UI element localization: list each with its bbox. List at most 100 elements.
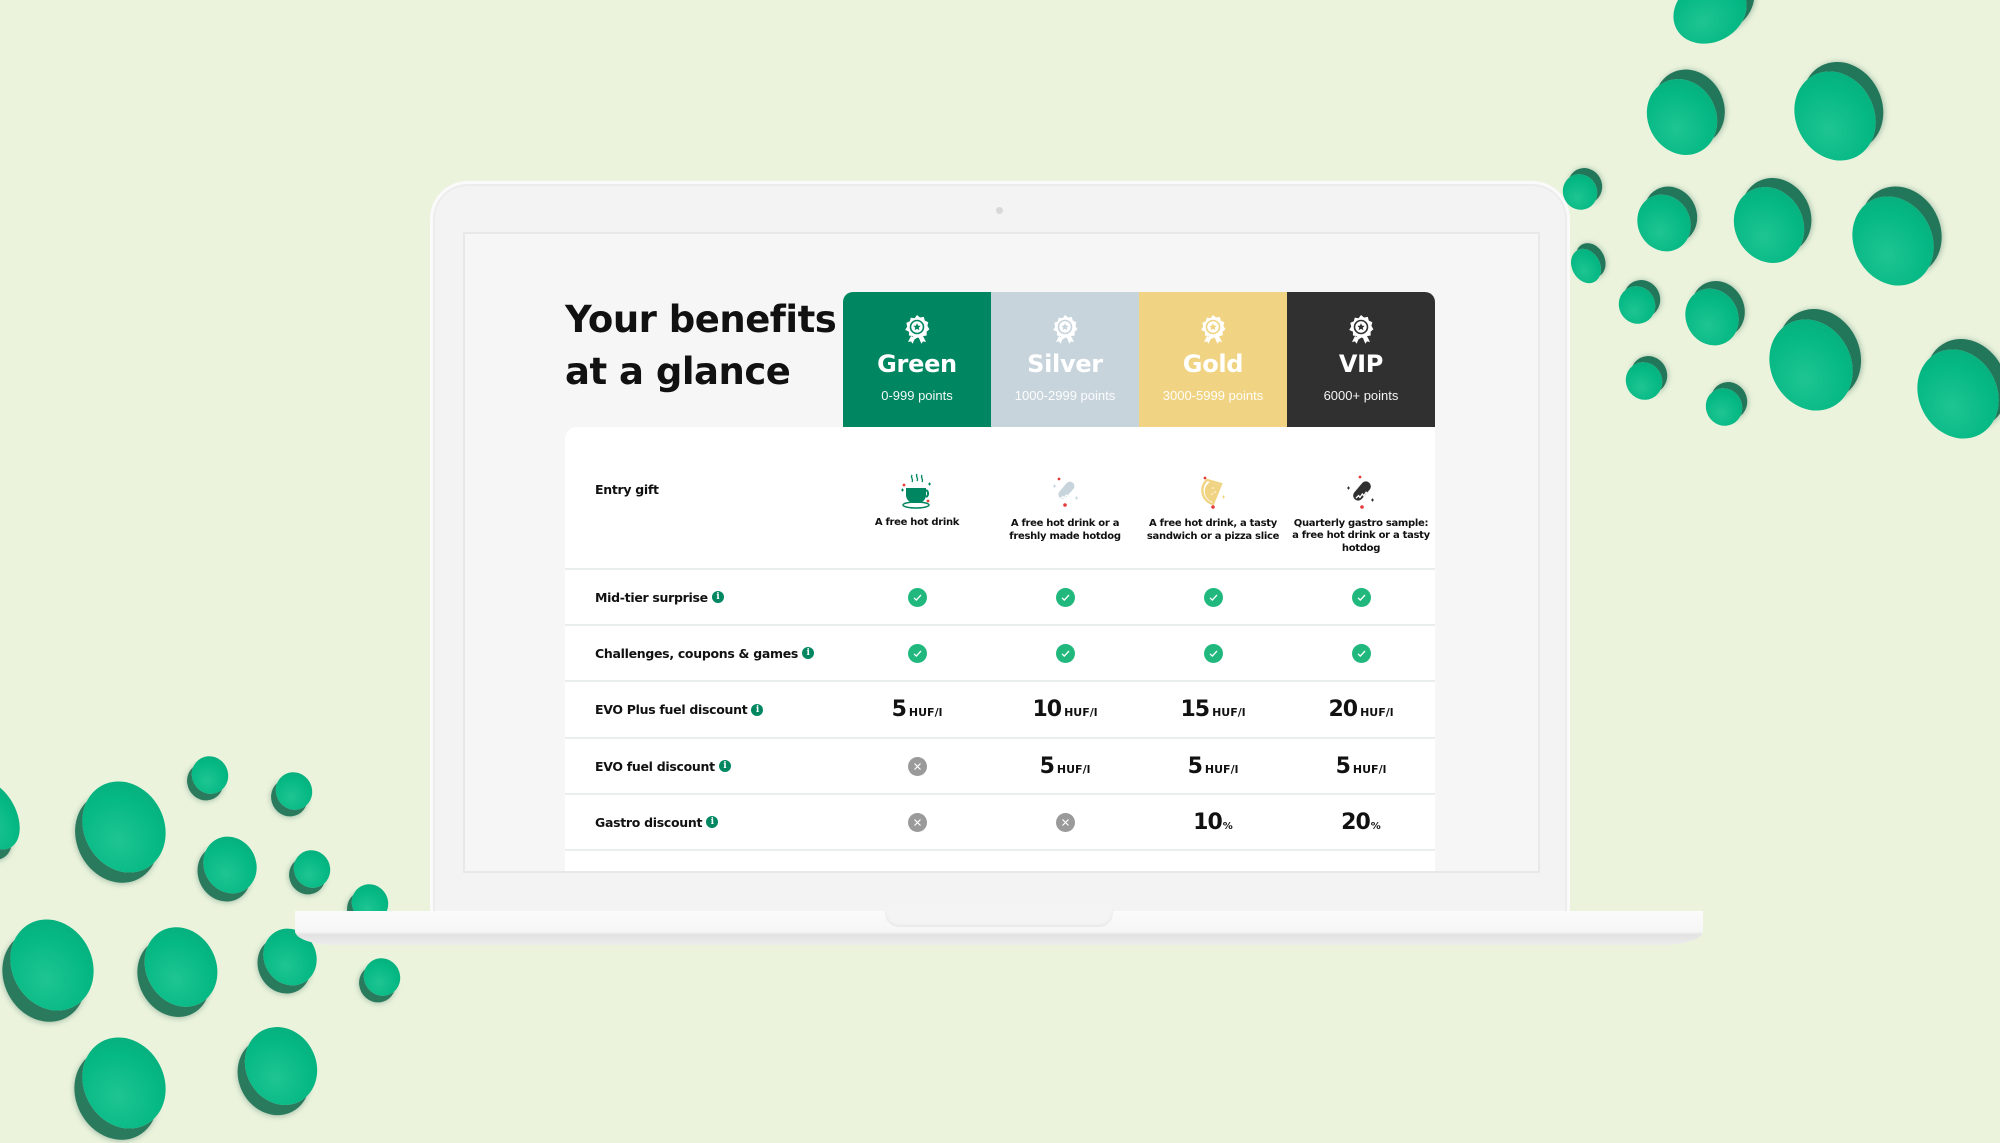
benefit-cell	[843, 756, 991, 776]
discount-value: 10%	[1193, 809, 1233, 835]
benefit-cell: 20%	[1287, 810, 1435, 835]
row-label-text: Gastro discount	[595, 814, 703, 830]
row-label: EVO Plus fuel discount i	[565, 702, 843, 717]
coin-decoration	[1753, 304, 1869, 426]
benefit-cell	[1287, 587, 1435, 607]
discount-value: 5 HUF/l	[1187, 753, 1239, 779]
benefit-cell	[843, 587, 991, 607]
tier-gold: Gold 3000-5999 points	[1139, 292, 1287, 427]
entry-gift-cell: A free hot drink	[843, 471, 991, 530]
page-title: Your benefits at a glance	[565, 294, 837, 398]
coin-decoration	[1565, 243, 1607, 289]
cross-icon	[1055, 812, 1075, 832]
tier-name: Silver	[1027, 350, 1103, 378]
table-row-entry-gift: Entry gift A free hot drink A free hot d…	[565, 427, 1435, 570]
award-badge-icon	[1053, 315, 1078, 344]
tier-points: 6000+ points	[1323, 388, 1399, 403]
benefit-cell	[991, 643, 1139, 663]
discount-value: 5 HUF/l	[1039, 753, 1091, 779]
check-icon	[1351, 643, 1371, 663]
entry-gift-cell: A free hot drink, a tasty sandwich or a …	[1139, 472, 1287, 543]
row-label: Mid-tier surprise i	[565, 590, 843, 605]
discount-value: 20%	[1341, 809, 1381, 835]
benefit-cell: 5 HUF/l	[843, 697, 991, 722]
tier-points: 3000-5999 points	[1162, 388, 1264, 403]
row-label-text: Challenges, coupons & games	[595, 645, 799, 661]
benefit-cell	[843, 643, 991, 663]
entry-gift-cell: Quarterly gastro sample: a free hot drin…	[1287, 472, 1435, 556]
check-icon	[1055, 643, 1075, 663]
benefit-cell: 10 HUF/l	[991, 697, 1139, 722]
coin-decoration	[1612, 279, 1662, 331]
coin-decoration	[1836, 182, 1950, 300]
entry-gift-text: A free hot drink	[874, 517, 960, 529]
check-icon	[1351, 587, 1371, 607]
row-label-text: Entry gift	[595, 482, 659, 497]
coin-decoration	[1661, 0, 1759, 57]
coin-decoration	[1675, 279, 1749, 355]
tier-name: Gold	[1182, 350, 1244, 378]
discount-value: 5 HUF/l	[891, 697, 943, 722]
benefit-cell: 5 HUF/l	[991, 754, 1139, 779]
laptop-frame: Your benefits at a glance Green 0-999 po…	[430, 181, 1570, 916]
coin-decoration	[0, 904, 110, 1026]
tier-vip: VIP 6000+ points	[1287, 292, 1435, 427]
benefit-cell: 20 HUF/l	[1287, 697, 1435, 722]
row-label-text: EVO fuel discount	[595, 758, 715, 774]
hot-drink-cup-icon	[901, 473, 931, 509]
check-icon	[1203, 643, 1223, 663]
benefits-table: Entry gift A free hot drink A free hot d…	[565, 427, 1435, 871]
benefit-cell	[1139, 587, 1287, 607]
tier-points: 1000-2999 points	[1014, 388, 1116, 403]
info-icon[interactable]: i	[711, 591, 724, 603]
discount-value: 5 HUF/l	[1335, 753, 1387, 779]
tier-green: Green 0-999 points	[843, 292, 991, 427]
hotdog-icon	[1053, 477, 1078, 507]
check-icon	[1055, 587, 1075, 607]
row-label-text: EVO Plus fuel discount	[595, 702, 748, 717]
benefit-cell: 15 HUF/l	[1139, 697, 1287, 722]
discount-value: 10 HUF/l	[1032, 697, 1098, 722]
cross-icon	[907, 812, 927, 832]
coin-decoration	[0, 771, 31, 859]
coin-decoration	[1699, 381, 1749, 433]
benefit-cell	[1139, 643, 1287, 663]
tier-name: VIP	[1338, 350, 1384, 378]
cross-icon	[907, 756, 927, 776]
row-label: Challenges, coupons & games i	[565, 646, 843, 661]
coin-decoration	[66, 766, 182, 888]
discount-value: 20 HUF/l	[1328, 697, 1394, 722]
info-icon[interactable]: i	[706, 816, 719, 828]
benefit-cell: 5 HUF/l	[1287, 754, 1435, 779]
laptop-opening-notch	[885, 911, 1113, 927]
row-label: EVO fuel discount i	[565, 759, 843, 774]
table-row-mid-tier-surprise: Mid-tier surprise i	[565, 570, 1435, 626]
award-badge-icon	[1349, 315, 1374, 344]
info-icon[interactable]: i	[802, 647, 815, 659]
coin-decoration	[185, 749, 235, 801]
entry-gift-text: A free hot drink or a freshly made hotdo…	[1009, 518, 1121, 542]
info-icon[interactable]: i	[718, 760, 731, 772]
benefit-cell	[991, 587, 1139, 607]
coin-decoration	[1778, 57, 1892, 175]
check-icon	[907, 643, 927, 663]
tier-points: 0-999 points	[881, 388, 953, 403]
benefit-cell	[991, 812, 1139, 832]
coin-decoration	[1901, 335, 2000, 453]
info-icon[interactable]: i	[751, 703, 764, 716]
check-icon	[1203, 587, 1223, 607]
title-line-2: at a glance	[565, 350, 791, 393]
coin-decoration	[130, 914, 232, 1020]
coin-decoration	[193, 827, 267, 903]
coin-decoration	[287, 843, 337, 895]
award-badge-icon	[905, 315, 930, 344]
laptop-screen: Your benefits at a glance Green 0-999 po…	[463, 232, 1540, 873]
coin-decoration	[1720, 174, 1818, 276]
tier-silver: Silver 1000-2999 points	[991, 292, 1139, 427]
title-line-1: Your benefits	[565, 298, 837, 341]
benefit-cell: 10%	[1139, 810, 1287, 835]
coin-decoration	[269, 765, 319, 817]
sandwich-icon	[1201, 476, 1225, 509]
discount-value: 15 HUF/l	[1180, 697, 1246, 722]
benefit-cell	[843, 812, 991, 832]
